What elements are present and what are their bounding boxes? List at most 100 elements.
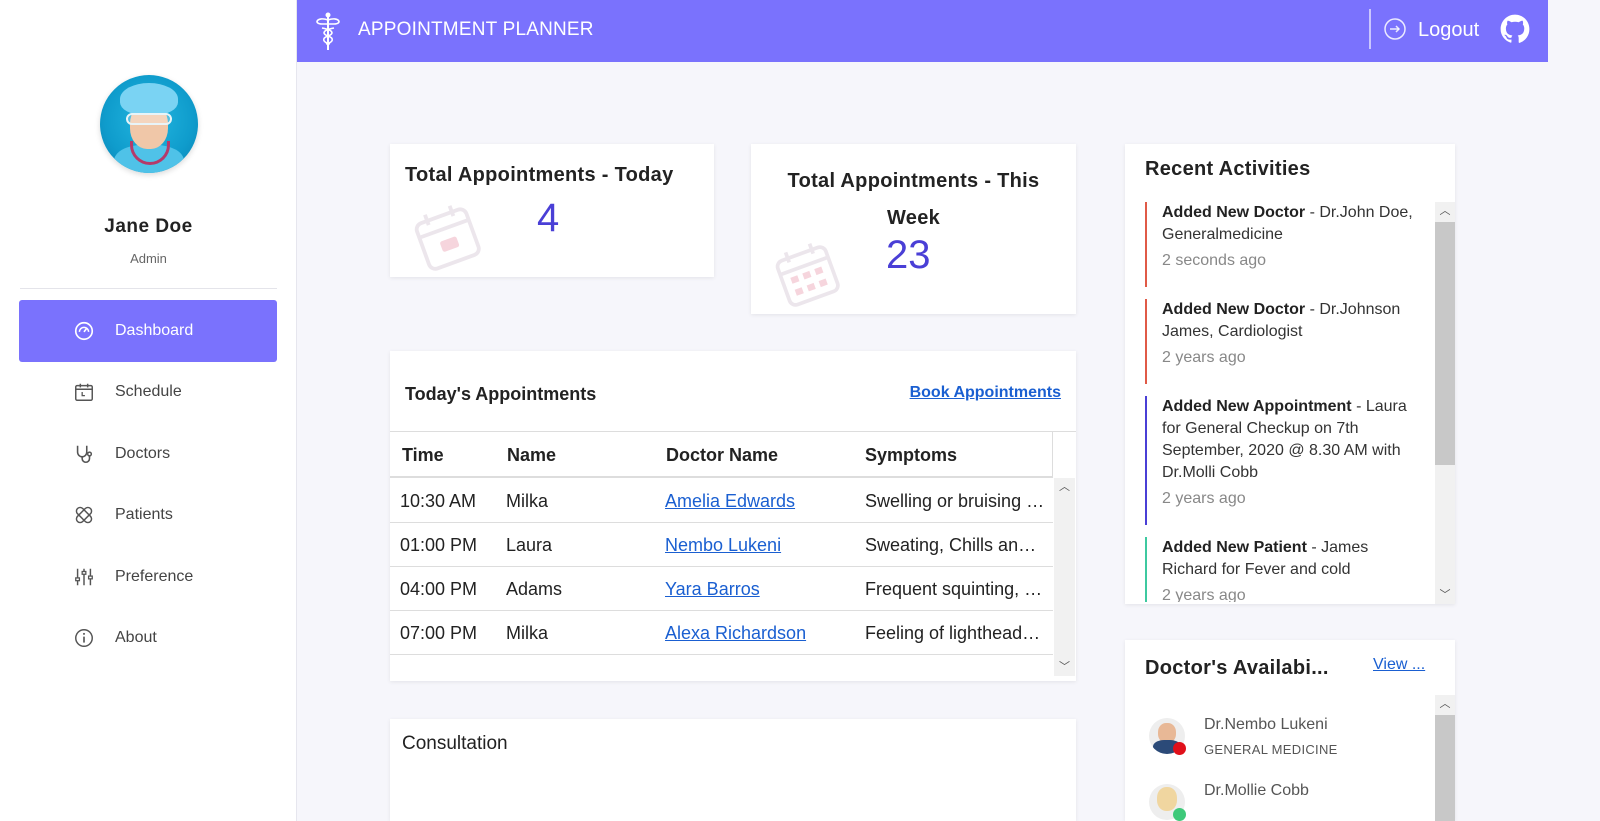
stat-card-week: Total Appointments - This Week 23 (751, 144, 1076, 314)
stat-title-today: Total Appointments - Today (405, 164, 674, 186)
column-header-time[interactable]: Time (402, 445, 444, 466)
user-avatar (100, 75, 198, 173)
table-row[interactable]: 10:30 AM Milka Amelia Edwards Swelling o… (390, 479, 1053, 523)
cell-time: 01:00 PM (400, 535, 478, 555)
cell-symptoms: Feeling of lightheadedness (865, 623, 1045, 643)
cell-name: Adams (506, 579, 563, 599)
calendar-icon (75, 384, 93, 402)
activity-item: Added New Doctor - Dr.John Doe, Generalm… (1145, 202, 1420, 287)
doctor-specialty: GENERAL MEDICINE (1204, 742, 1338, 757)
activity-time: 2 years ago (1162, 349, 1246, 366)
sidebar-item-patients[interactable]: Patients (19, 485, 277, 547)
sidebar-item-label: Doctors (115, 444, 171, 462)
activities-scrollbar[interactable]: ︿ ﹀ (1435, 202, 1455, 604)
stethoscope-icon (76, 445, 93, 463)
calendar-watermark-icon (414, 205, 481, 271)
activity-action: Added New Appointment (1162, 398, 1352, 415)
consultation-card: Consultation (390, 719, 1076, 821)
appointments-card: Today's Appointments Book Appointments T… (390, 351, 1076, 681)
table-scrollbar[interactable]: ︿ ﹀ (1054, 478, 1075, 676)
stat-title-week: Total Appointments - This Week (787, 170, 1040, 229)
sidebar-item-about[interactable]: About (19, 608, 277, 670)
activity-action: Added New Doctor (1162, 204, 1306, 221)
sidebar-item-label: Schedule (115, 383, 182, 401)
status-dot (1173, 808, 1186, 821)
header-divider (1369, 9, 1371, 49)
doctor-name: Dr.Nembo Lukeni (1204, 716, 1328, 733)
activity-action: Added New Doctor (1162, 301, 1306, 318)
appointments-title: Today's Appointments (405, 384, 597, 404)
cell-doctor-link[interactable]: Nembo Lukeni (665, 535, 855, 556)
stat-value-week: 23 (886, 233, 931, 277)
sidebar-item-schedule[interactable]: Schedule (19, 362, 277, 424)
view-all-link[interactable]: View ... (1373, 656, 1425, 674)
logout-icon[interactable] (1383, 17, 1407, 41)
logout-button[interactable]: Logout (1418, 19, 1479, 42)
doctor-availability-card: Doctor's Availabi... View ... Dr.Nembo L… (1125, 640, 1455, 821)
cell-time: 07:00 PM (400, 623, 478, 643)
sidebar-item-label: Dashboard (115, 321, 194, 339)
table-row[interactable]: 04:00 PM Adams Yara Barros Frequent squi… (390, 567, 1053, 611)
sidebar-item-label: Patients (115, 506, 173, 524)
recent-activities-card: Recent Activities Added New Doctor - Dr.… (1125, 144, 1455, 604)
sidebar-nav: Dashboard Schedule Doctors Patients Pref… (19, 300, 277, 669)
sidebar-item-dashboard[interactable]: Dashboard (19, 300, 277, 362)
book-appointments-link[interactable]: Book Appointments (910, 384, 1061, 402)
scroll-down-arrow-icon[interactable]: ﹀ (1435, 586, 1455, 604)
sidebar: Jane Doe Admin Dashboard Schedule Doctor… (0, 0, 297, 821)
appointments-table: Time Name Doctor Name Symptoms 10:30 AM … (390, 431, 1076, 676)
status-dot (1173, 742, 1186, 755)
dashboard-icon (74, 321, 94, 340)
scroll-down-arrow-icon[interactable]: ﹀ (1054, 658, 1075, 676)
bandage-icon (75, 506, 93, 524)
scroll-thumb[interactable] (1435, 222, 1455, 465)
consultation-title: Consultation (402, 733, 508, 754)
info-icon (75, 629, 93, 648)
activity-item: Added New Patient - James Richard for Fe… (1145, 537, 1420, 602)
availability-scrollbar[interactable]: ︿ (1435, 695, 1455, 821)
scroll-thumb[interactable] (1435, 715, 1455, 821)
column-header-doctor[interactable]: Doctor Name (666, 445, 778, 466)
calendar-watermark-icon (775, 243, 840, 307)
activity-time: 2 seconds ago (1162, 252, 1267, 269)
user-name: Jane Doe (104, 216, 193, 237)
stat-value-today: 4 (537, 196, 560, 240)
cell-doctor-link[interactable]: Yara Barros (665, 579, 855, 600)
sidebar-item-label: Preference (115, 567, 194, 585)
cell-name: Laura (506, 535, 553, 555)
github-icon[interactable] (1500, 14, 1530, 44)
sliders-icon (75, 568, 93, 585)
cell-symptoms: Frequent squinting, Eye strain (865, 579, 1045, 599)
sidebar-item-preference[interactable]: Preference (19, 546, 277, 608)
cell-symptoms: Sweating, Chills and Shivering (865, 535, 1045, 555)
availability-title: Doctor's Availabi... (1145, 657, 1329, 679)
column-header-symptoms[interactable]: Symptoms (865, 445, 957, 466)
app-title: APPOINTMENT PLANNER (358, 19, 594, 40)
activity-time: 2 years ago (1162, 587, 1246, 602)
cell-name: Milka (506, 623, 549, 643)
table-header: Time Name Doctor Name Symptoms (390, 432, 1053, 478)
activity-action: Added New Patient (1162, 539, 1307, 556)
table-row[interactable]: 01:00 PM Laura Nembo Lukeni Sweating, Ch… (390, 523, 1053, 567)
doctor-name: Dr.Mollie Cobb (1204, 782, 1309, 799)
cell-time: 10:30 AM (400, 491, 477, 511)
sidebar-item-doctors[interactable]: Doctors (19, 423, 277, 485)
cell-time: 04:00 PM (400, 579, 478, 599)
scroll-up-arrow-icon[interactable]: ︿ (1054, 478, 1075, 496)
cell-name: Milka (506, 491, 549, 511)
top-header: APPOINTMENT PLANNER Logout (297, 0, 1548, 62)
sidebar-item-label: About (115, 629, 157, 647)
activity-item: Added New Doctor - Dr.Johnson James, Car… (1145, 299, 1420, 384)
cell-doctor-link[interactable]: Alexa Richardson (665, 623, 855, 644)
scroll-up-arrow-icon[interactable]: ︿ (1435, 202, 1455, 220)
caduceus-icon (316, 12, 340, 50)
recent-activities-list: Added New Doctor - Dr.John Doe, Generalm… (1145, 202, 1425, 602)
sidebar-divider (20, 288, 277, 289)
cell-doctor-link[interactable]: Amelia Edwards (665, 491, 855, 512)
column-header-name[interactable]: Name (507, 445, 556, 466)
table-row[interactable]: 07:00 PM Milka Alexa Richardson Feeling … (390, 611, 1053, 655)
activity-item: Added New Appointment - Laura for Genera… (1145, 396, 1420, 525)
cell-symptoms: Swelling or bruising over a bone (865, 491, 1045, 511)
scroll-up-arrow-icon[interactable]: ︿ (1435, 695, 1455, 713)
activity-time: 2 years ago (1162, 490, 1246, 507)
